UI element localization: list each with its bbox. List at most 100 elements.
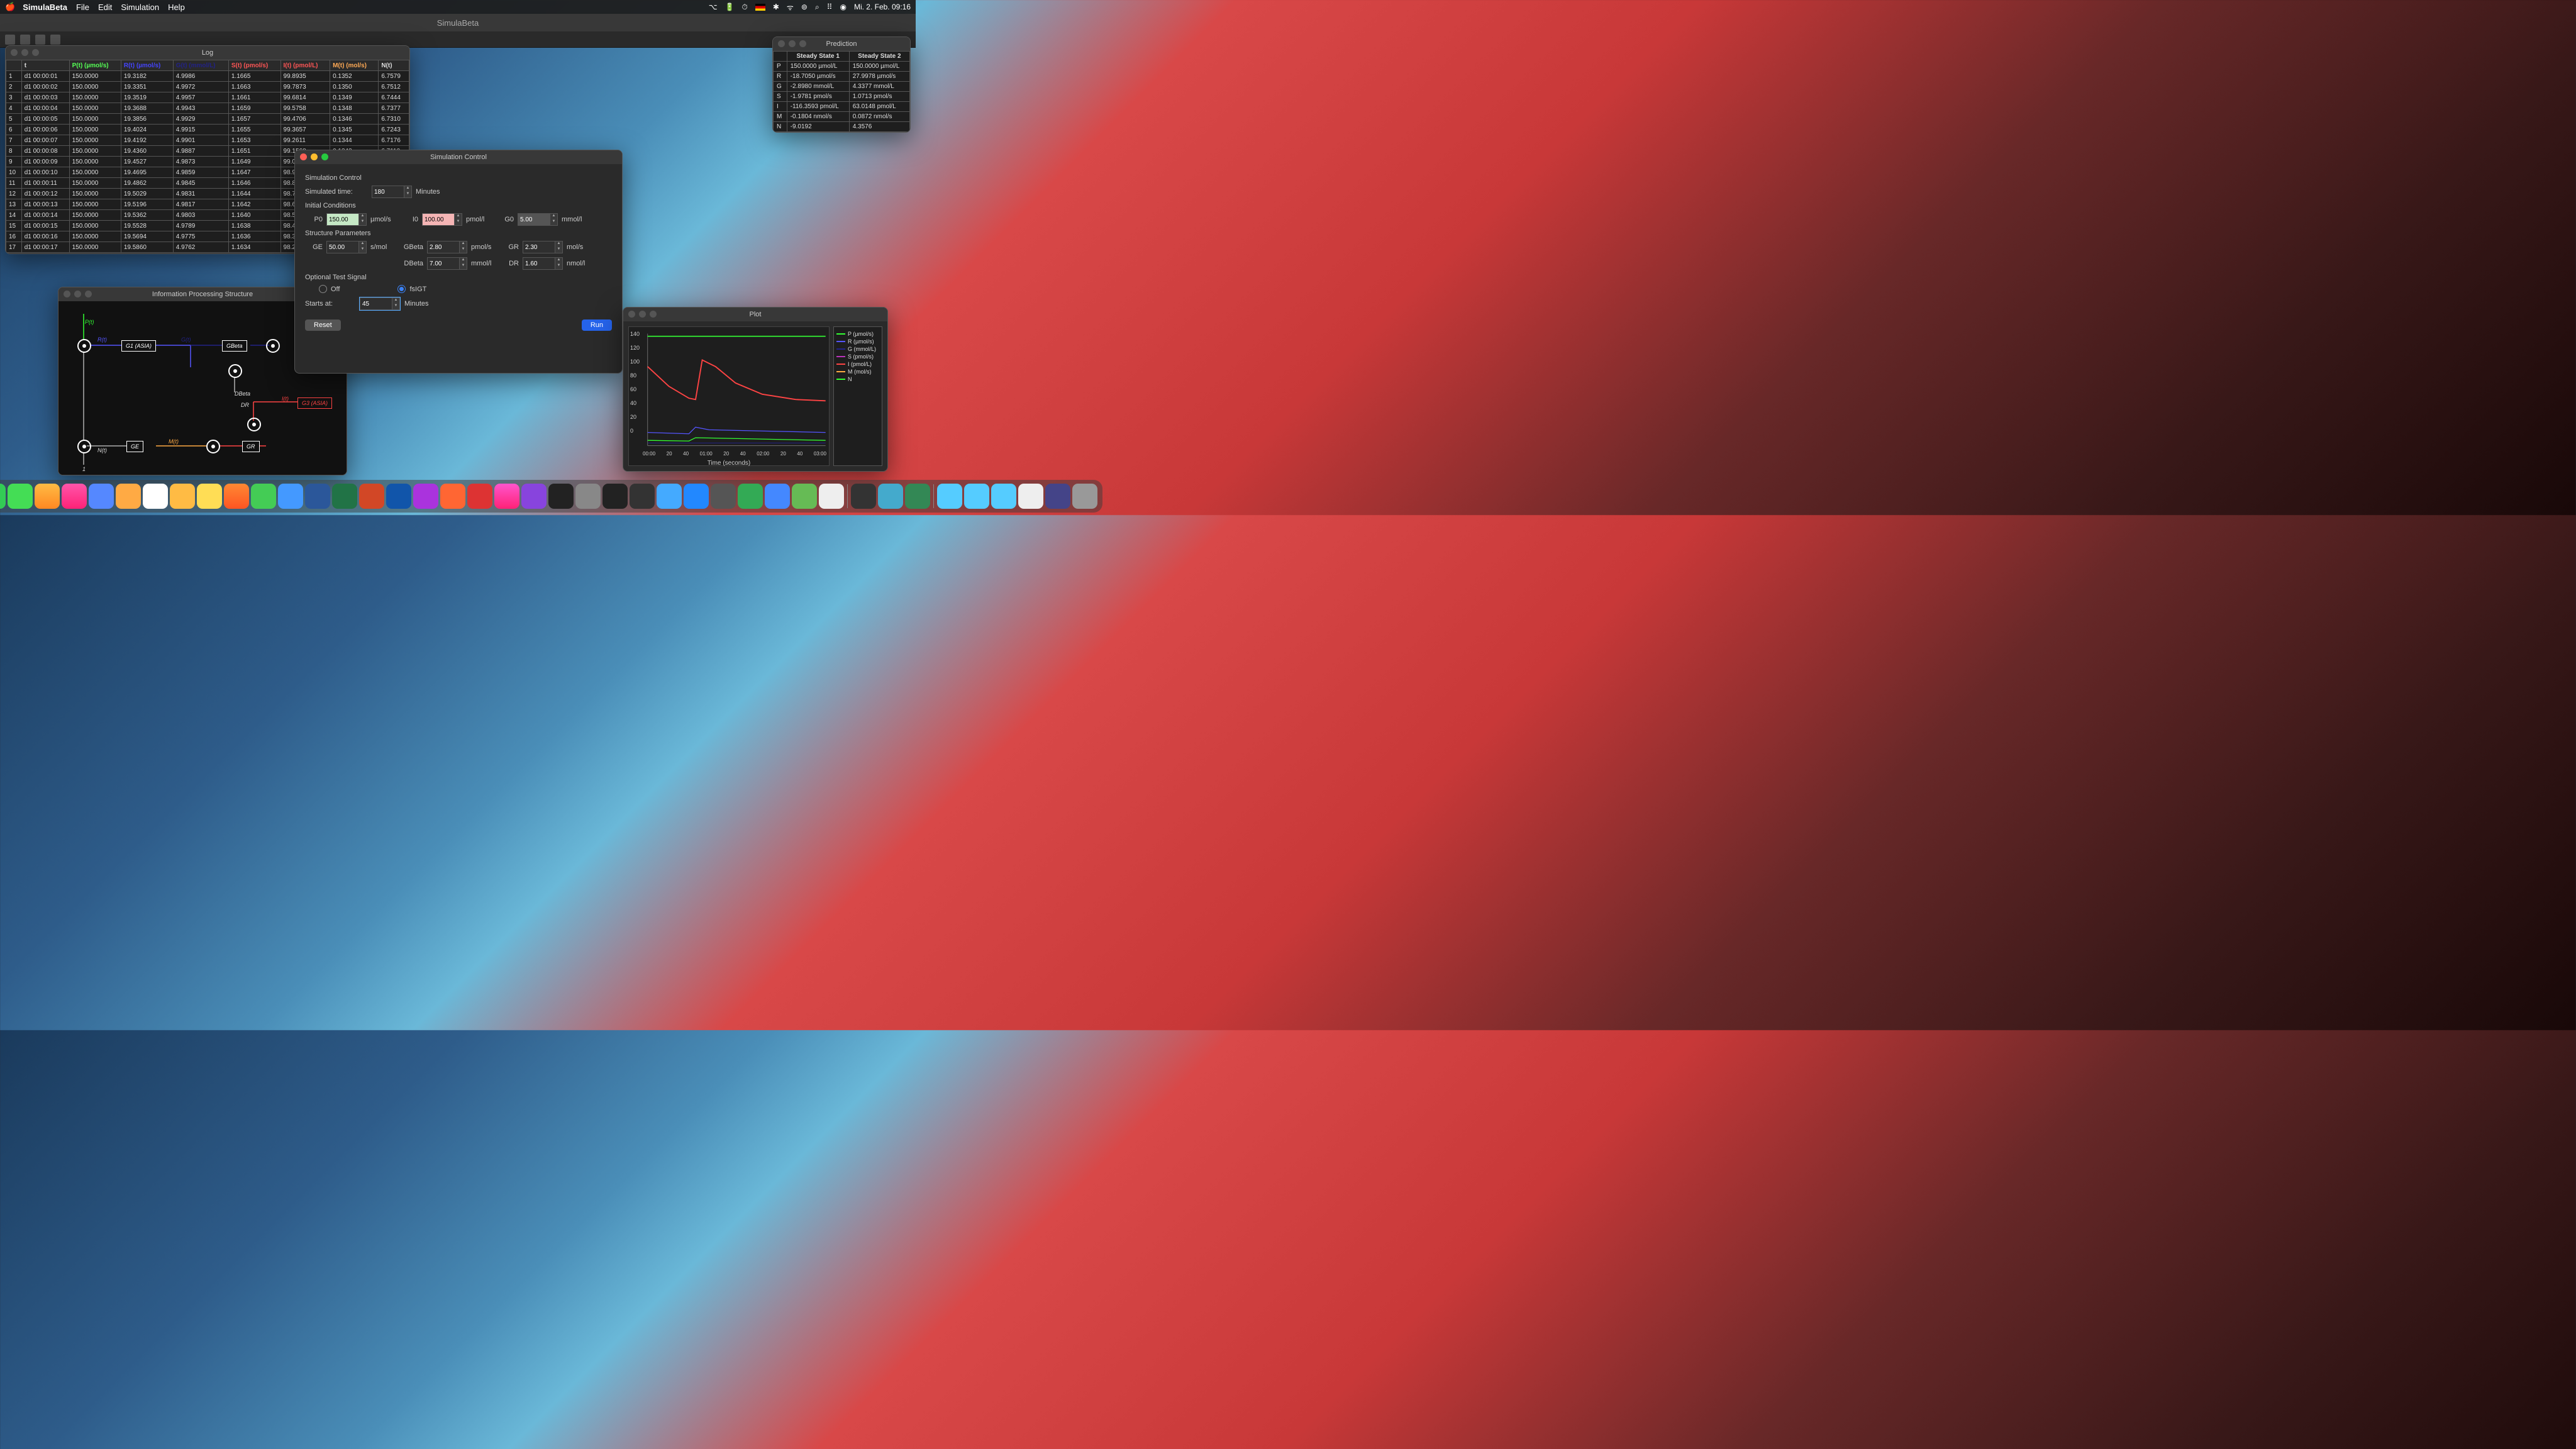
stepper-icon[interactable]: ▲▼ (460, 257, 467, 270)
zoom-icon[interactable] (85, 291, 92, 297)
close-icon[interactable] (778, 40, 785, 47)
table-row[interactable]: 2d1 00:00:02150.000019.33514.99721.16639… (6, 82, 409, 92)
menu-edit[interactable]: Edit (98, 3, 112, 12)
gr-input[interactable] (523, 241, 555, 253)
dock-reminders-icon[interactable] (170, 484, 195, 509)
radio-off[interactable] (319, 285, 327, 293)
dock-excel-icon[interactable] (332, 484, 357, 509)
ge-input[interactable] (326, 241, 359, 253)
close-icon[interactable] (628, 311, 635, 318)
dock-app-icon[interactable] (851, 484, 876, 509)
dock-app-icon[interactable] (905, 484, 930, 509)
user-icon[interactable]: ⊚ (801, 3, 808, 11)
dock-numbers-icon[interactable] (251, 484, 276, 509)
dock-doc-icon[interactable] (1018, 484, 1043, 509)
dock-calendar-icon[interactable] (143, 484, 168, 509)
dock-app-icon[interactable] (819, 484, 844, 509)
dock-app-icon[interactable] (467, 484, 492, 509)
stepper-icon[interactable]: ▲▼ (404, 186, 412, 198)
dock-terminal-icon[interactable] (602, 484, 628, 509)
toolbar-print-icon[interactable] (50, 35, 60, 45)
zoom-icon[interactable] (32, 49, 39, 56)
gbeta-input[interactable] (427, 241, 460, 253)
stepper-icon[interactable]: ▲▼ (392, 297, 400, 310)
table-row[interactable]: 5d1 00:00:05150.000019.38564.99291.16579… (6, 114, 409, 125)
dock-app-icon[interactable] (440, 484, 465, 509)
dock-folder-icon[interactable] (991, 484, 1016, 509)
toolbar-save-icon[interactable] (20, 35, 30, 45)
zoom-icon[interactable] (650, 311, 657, 318)
app-name[interactable]: SimulaBeta (23, 3, 67, 12)
dock-bluetooth-icon[interactable] (684, 484, 709, 509)
dock-facetime-icon[interactable] (0, 484, 6, 509)
dock-app-icon[interactable] (711, 484, 736, 509)
dbeta-input[interactable] (427, 257, 460, 270)
menu-file[interactable]: File (76, 3, 89, 12)
log-header[interactable]: G(t) (mmol/L) (173, 60, 228, 71)
dock-app-icon[interactable] (878, 484, 903, 509)
stepper-icon[interactable]: ▲▼ (460, 241, 467, 253)
reset-button[interactable]: Reset (305, 319, 341, 331)
log-header[interactable]: M(t) (mol/s) (330, 60, 379, 71)
zoom-icon[interactable] (321, 153, 328, 160)
dock-maps-icon[interactable] (35, 484, 60, 509)
radio-fsigt[interactable] (397, 285, 406, 293)
log-header[interactable] (6, 60, 22, 71)
table-row[interactable]: 4d1 00:00:04150.000019.36884.99431.16599… (6, 103, 409, 114)
dock-folder-icon[interactable] (937, 484, 962, 509)
dock-appstore-icon[interactable] (657, 484, 682, 509)
dock-word-icon[interactable] (305, 484, 330, 509)
control-center-icon[interactable]: ⠿ (827, 3, 833, 11)
dock-photos-icon[interactable] (62, 484, 87, 509)
wifi-icon[interactable]: ᯤ (787, 2, 794, 13)
log-header[interactable]: I(t) (pmol/L) (280, 60, 330, 71)
simtime-input[interactable] (372, 186, 404, 198)
dr-input[interactable] (523, 257, 555, 270)
dock-messages-icon[interactable] (8, 484, 33, 509)
close-icon[interactable] (64, 291, 70, 297)
apple-logo-icon[interactable]: 🍎 (5, 2, 15, 12)
dock-zoom-icon[interactable] (765, 484, 790, 509)
log-header[interactable]: t (21, 60, 69, 71)
menu-help[interactable]: Help (168, 3, 185, 12)
menu-simulation[interactable]: Simulation (121, 3, 159, 12)
i0-input[interactable] (422, 213, 455, 226)
bluetooth-icon[interactable]: ⌥ (709, 3, 718, 11)
bt-icon[interactable]: ✱ (773, 3, 779, 11)
minimize-icon[interactable] (311, 153, 318, 160)
close-icon[interactable] (300, 153, 307, 160)
stepper-icon[interactable]: ▲▼ (359, 241, 367, 253)
dock-app-icon[interactable] (792, 484, 817, 509)
minimize-icon[interactable] (789, 40, 796, 47)
minimize-icon[interactable] (74, 291, 81, 297)
table-row[interactable]: 7d1 00:00:07150.000019.41924.99011.16539… (6, 135, 409, 146)
clock-text[interactable]: Mi. 2. Feb. 09:16 (854, 3, 911, 11)
stepper-icon[interactable]: ▲▼ (359, 213, 367, 226)
run-button[interactable]: Run (582, 319, 612, 331)
dock-app-icon[interactable] (738, 484, 763, 509)
toolbar-open-icon[interactable] (35, 35, 45, 45)
minimize-icon[interactable] (21, 49, 28, 56)
p0-input[interactable] (326, 213, 359, 226)
dock-app-icon[interactable] (630, 484, 655, 509)
dock-app-icon[interactable] (575, 484, 601, 509)
g0-input[interactable] (518, 213, 550, 226)
battery-icon[interactable]: 🔋 (725, 3, 735, 11)
dock-podcasts-icon[interactable] (521, 484, 547, 509)
table-row[interactable]: 3d1 00:00:03150.000019.35194.99571.16619… (6, 92, 409, 103)
zoom-icon[interactable] (799, 40, 806, 47)
dock-tv-icon[interactable] (548, 484, 574, 509)
dock-app-icon[interactable] (224, 484, 249, 509)
dock-trash-icon[interactable] (1072, 484, 1097, 509)
stepper-icon[interactable]: ▲▼ (555, 257, 563, 270)
stepper-icon[interactable]: ▲▼ (550, 213, 558, 226)
dock-app-icon[interactable] (89, 484, 114, 509)
stepper-icon[interactable]: ▲▼ (555, 241, 563, 253)
table-row[interactable]: 6d1 00:00:06150.000019.40244.99151.16559… (6, 125, 409, 135)
dock-keynote-icon[interactable] (278, 484, 303, 509)
flag-de-icon[interactable] (755, 4, 765, 11)
minimize-icon[interactable] (639, 311, 646, 318)
dock-app-icon[interactable] (386, 484, 411, 509)
clock-icon[interactable]: ⏱ (741, 3, 747, 12)
dock-folder-icon[interactable] (964, 484, 989, 509)
